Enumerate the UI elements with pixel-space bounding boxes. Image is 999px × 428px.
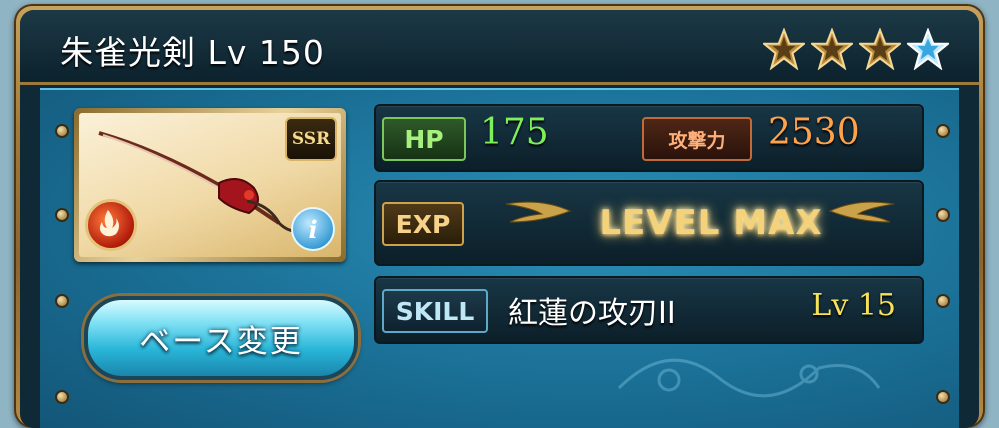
skill-level: Lv 15 xyxy=(811,288,896,323)
skill-name: 紅蓮の攻刃II xyxy=(508,296,676,331)
rivet xyxy=(57,392,67,402)
rivet xyxy=(938,210,948,220)
skill-label: SKILL xyxy=(382,289,488,333)
rivet xyxy=(57,210,67,220)
blue-star-icon xyxy=(907,28,949,70)
rivet xyxy=(938,126,948,136)
weapon-art: SSR i xyxy=(79,113,341,257)
gold-star-icon xyxy=(763,28,805,70)
rivet xyxy=(938,296,948,306)
change-base-button[interactable]: ベース変更 xyxy=(84,296,358,380)
skill-row[interactable]: SKILL 紅蓮の攻刃II Lv 15 xyxy=(374,276,924,344)
weapon-thumbnail[interactable]: SSR i xyxy=(74,108,346,262)
rivet xyxy=(57,126,67,136)
rivet xyxy=(57,296,67,306)
hp-label: HP xyxy=(382,117,466,161)
rivet xyxy=(938,392,948,402)
gold-star-icon xyxy=(859,28,901,70)
exp-row: EXP LEVEL MAX xyxy=(374,180,924,266)
info-icon[interactable]: i xyxy=(291,207,335,251)
exp-level-max: LEVEL MAX xyxy=(599,203,823,243)
attack-label: 攻撃力 xyxy=(642,117,752,161)
exp-label: EXP xyxy=(382,202,464,246)
hp-value: 175 xyxy=(480,112,549,153)
stats-row: HP 175 攻撃力 2530 xyxy=(374,104,924,172)
weapon-name-level: 朱雀光剣 Lv 150 xyxy=(60,33,325,72)
gold-star-icon xyxy=(811,28,853,70)
rarity-badge: SSR xyxy=(285,117,337,161)
attack-value: 2530 xyxy=(768,112,860,153)
uncap-stars xyxy=(763,28,949,70)
weapon-header: 朱雀光剣 Lv 150 xyxy=(20,10,979,85)
fire-element-icon xyxy=(85,199,137,251)
